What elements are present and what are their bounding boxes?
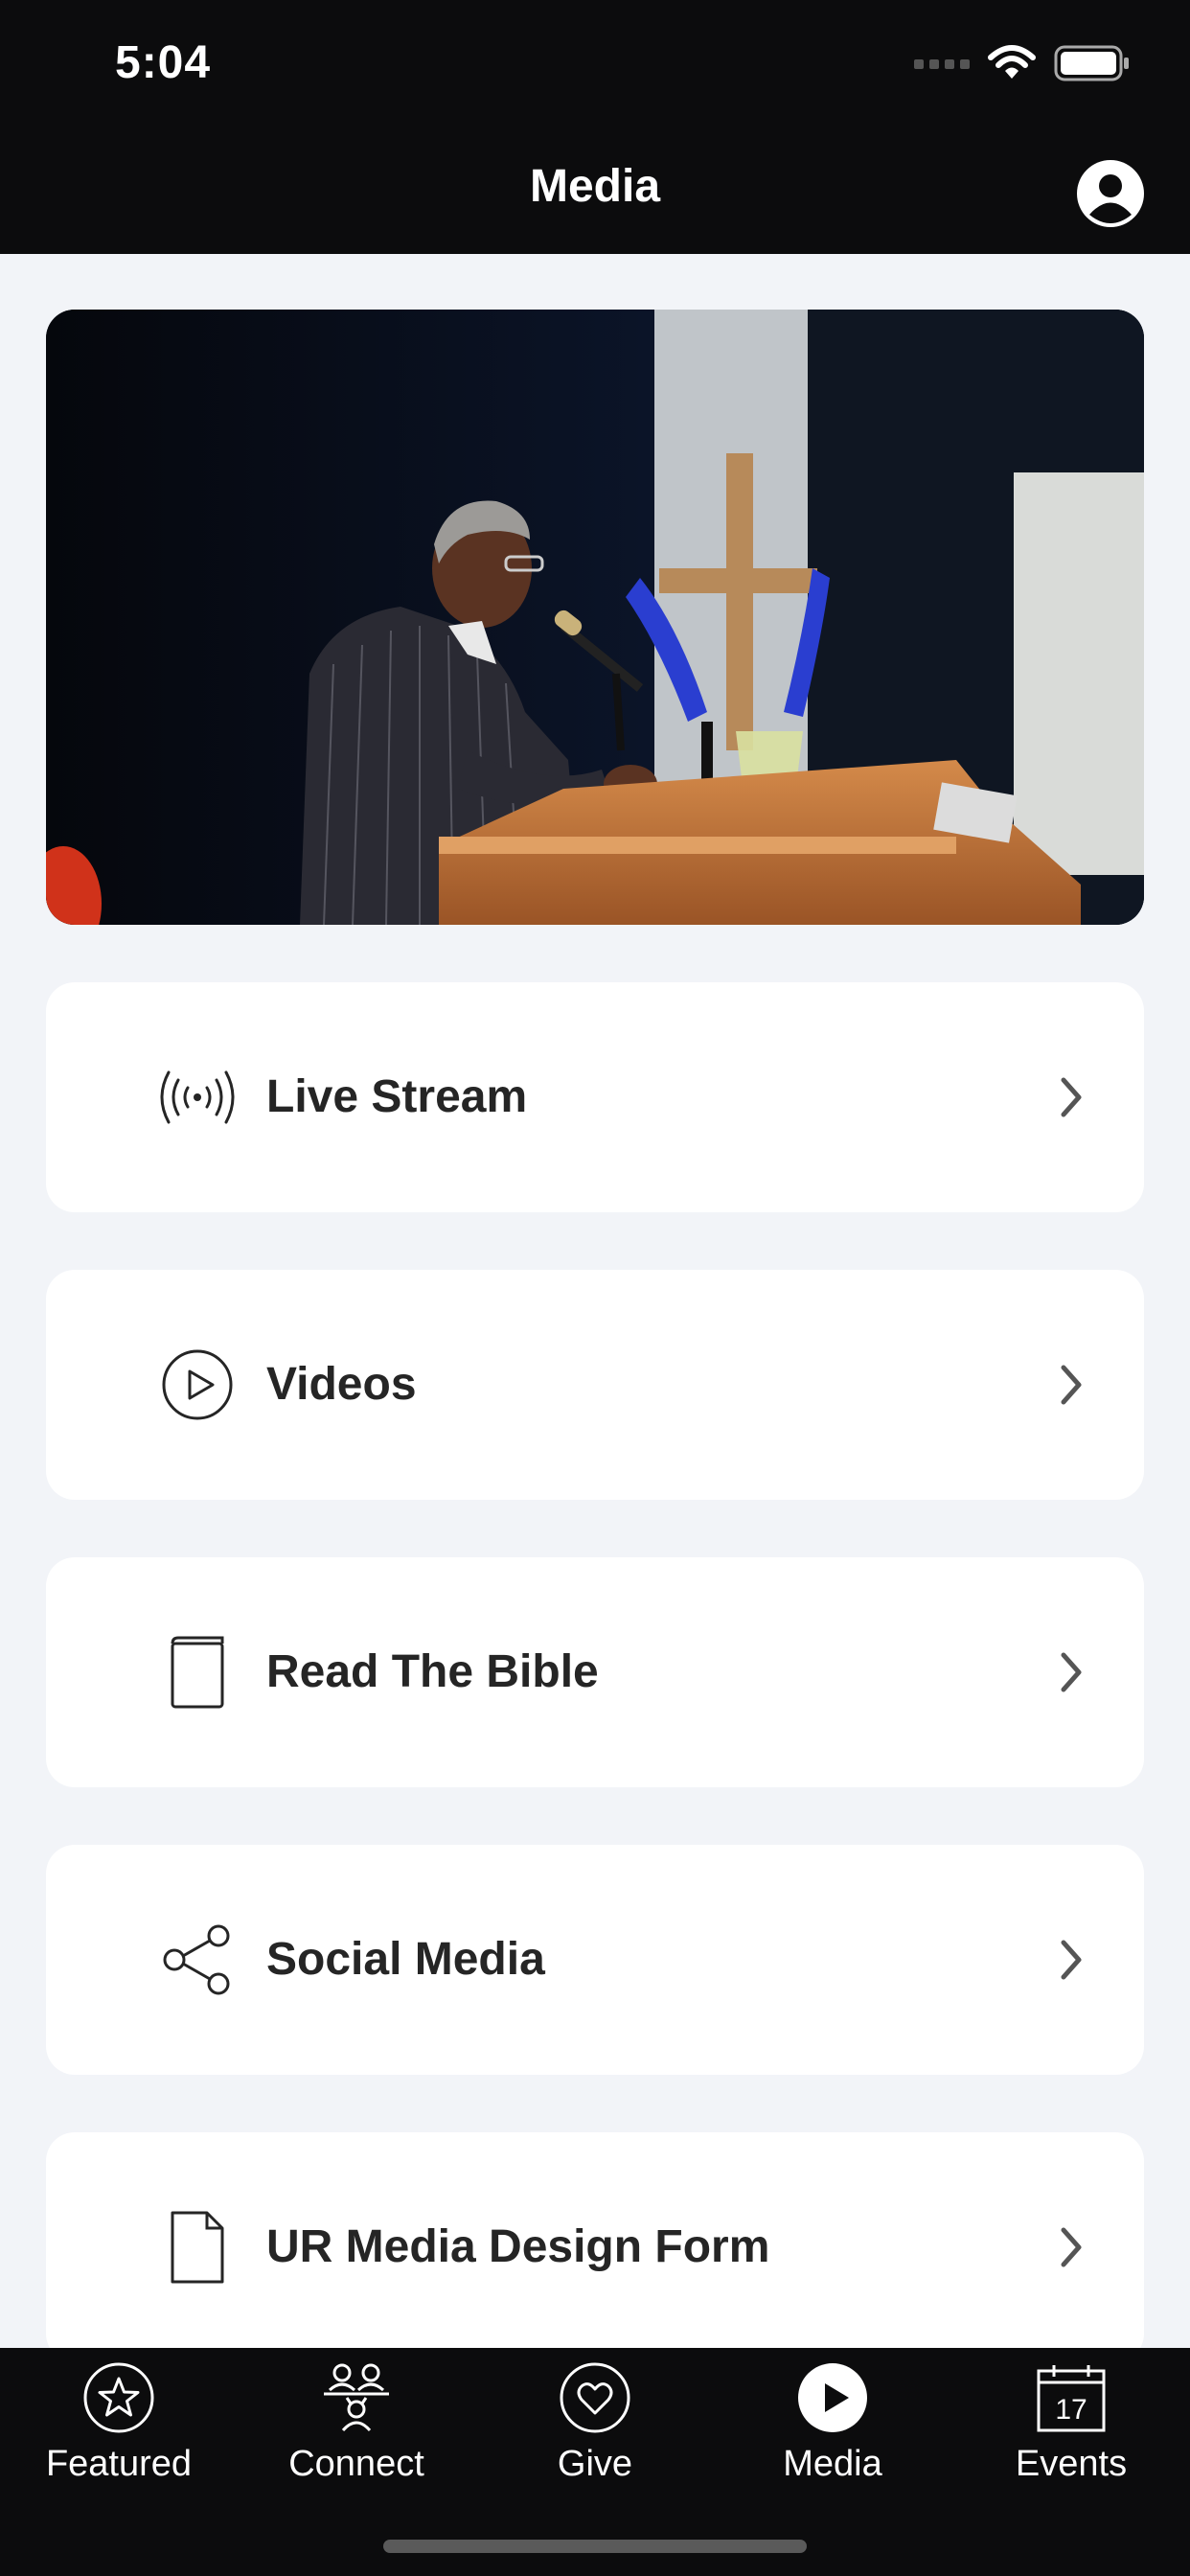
play-circle-icon xyxy=(159,1346,236,1423)
tab-featured[interactable]: Featured xyxy=(0,2348,238,2511)
signal-icon xyxy=(914,59,970,69)
document-icon xyxy=(159,2209,236,2286)
battery-icon xyxy=(1054,45,1129,81)
menu-item-live-stream[interactable]: Live Stream xyxy=(46,982,1144,1212)
nav-bar: Media xyxy=(0,129,1190,254)
share-icon xyxy=(159,1921,236,1998)
menu-item-label: Live Stream xyxy=(266,1071,528,1122)
play-filled-circle-icon xyxy=(798,2363,867,2432)
tab-events[interactable]: 17 Events xyxy=(952,2348,1190,2511)
tab-give[interactable]: Give xyxy=(476,2348,714,2511)
book-icon xyxy=(159,1634,236,1711)
status-time: 5:04 xyxy=(115,37,212,88)
broadcast-icon xyxy=(159,1059,236,1136)
tab-label: Connect xyxy=(288,2444,424,2484)
tab-label: Events xyxy=(1015,2444,1128,2484)
home-indicator xyxy=(383,2540,807,2553)
calendar-icon: 17 xyxy=(1037,2365,1106,2432)
page-title: Media xyxy=(529,161,661,212)
heart-circle-icon xyxy=(560,2362,630,2433)
tab-media[interactable]: Media xyxy=(714,2348,951,2511)
wifi-icon xyxy=(988,45,1036,79)
hero-image[interactable] xyxy=(46,310,1144,925)
calendar-day: 17 xyxy=(1055,2394,1087,2426)
chevron-right-icon xyxy=(1061,1077,1082,1117)
menu-item-label: Read The Bible xyxy=(266,1646,599,1697)
preacher-at-pulpit-image xyxy=(46,310,1144,925)
chevron-right-icon xyxy=(1061,2227,1082,2267)
profile-button[interactable] xyxy=(1077,160,1144,227)
status-bar: 5:04 xyxy=(0,0,1190,129)
tab-connect[interactable]: Connect xyxy=(238,2348,475,2511)
star-circle-icon xyxy=(83,2362,154,2433)
tab-label: Give xyxy=(557,2444,633,2484)
chevron-right-icon xyxy=(1061,1365,1082,1405)
people-icon xyxy=(324,2363,389,2432)
menu-item-label: UR Media Design Form xyxy=(266,2221,770,2272)
menu-item-ur-media-design-form[interactable]: UR Media Design Form xyxy=(46,2132,1144,2362)
menu-item-label: Videos xyxy=(266,1359,417,1410)
tab-label: Media xyxy=(783,2444,882,2484)
chevron-right-icon xyxy=(1061,1652,1082,1692)
status-icons xyxy=(914,44,1131,82)
tab-label: Featured xyxy=(45,2444,193,2484)
menu-item-social-media[interactable]: Social Media xyxy=(46,1845,1144,2075)
menu-item-label: Social Media xyxy=(266,1934,545,1985)
person-circle-icon xyxy=(1077,160,1144,227)
menu-item-videos[interactable]: Videos xyxy=(46,1270,1144,1500)
menu-item-read-the-bible[interactable]: Read The Bible xyxy=(46,1557,1144,1787)
tab-bar: Featured Connect Give Media 17 Events xyxy=(0,2348,1190,2576)
chevron-right-icon xyxy=(1061,1940,1082,1980)
